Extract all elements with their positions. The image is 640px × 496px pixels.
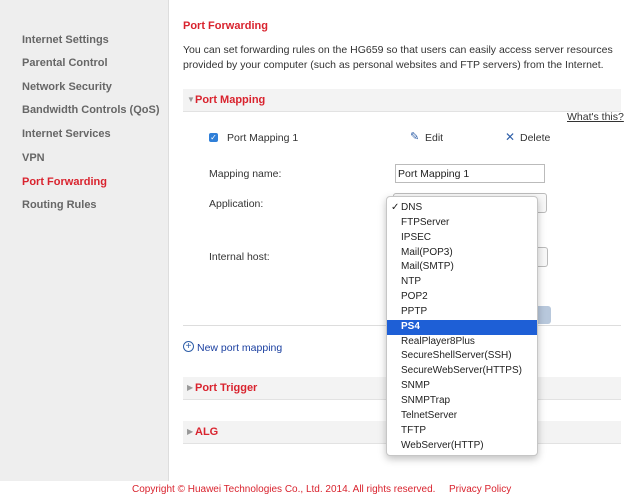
sidebar-item-network-security[interactable]: Network Security <box>22 81 112 93</box>
dropdown-option-pptp[interactable]: PPTP <box>387 305 537 320</box>
triangle-right-icon: ▶ <box>187 427 194 436</box>
dropdown-option-ipsec[interactable]: IPSEC <box>387 231 537 246</box>
sidebar-item-internet-settings[interactable]: Internet Settings <box>22 34 109 46</box>
port-trigger-section-label: Port Trigger <box>195 382 258 394</box>
dropdown-option-ftpserver[interactable]: FTPServer <box>387 216 537 231</box>
sidebar-item-port-forwarding[interactable]: Port Forwarding <box>22 176 107 188</box>
sidebar: Internet Settings Parental Control Netwo… <box>0 0 168 481</box>
checkmark-icon: ✓ <box>210 133 217 142</box>
dropdown-option-securewebserver-https[interactable]: SecureWebServer(HTTPS) <box>387 364 537 379</box>
page-title: Port Forwarding <box>183 20 268 32</box>
new-port-mapping-link[interactable]: New port mapping <box>197 342 282 354</box>
internal-host-label: Internal host: <box>209 251 270 263</box>
close-icon[interactable]: ✕ <box>505 130 515 144</box>
dropdown-option-mail-pop3[interactable]: Mail(POP3) <box>387 246 537 261</box>
dropdown-option-snmptrap[interactable]: SNMPTrap <box>387 394 537 409</box>
alg-section-label: ALG <box>195 426 219 438</box>
port-mapping-section-label: Port Mapping <box>195 94 266 106</box>
whats-this-link[interactable]: What's this? <box>567 111 624 123</box>
mapping-name-input[interactable] <box>395 164 545 183</box>
copyright-text: Copyright © Huawei Technologies Co., Ltd… <box>132 484 436 495</box>
checkmark-icon: ✓ <box>391 202 400 213</box>
pencil-icon[interactable]: ✎ <box>410 130 419 143</box>
port-mapping-checkbox[interactable]: ✓ <box>209 133 218 142</box>
dropdown-option-secureshellserver-ssh[interactable]: SecureShellServer(SSH) <box>387 349 537 364</box>
triangle-down-icon: ▼ <box>187 95 195 104</box>
page-description: You can set forwarding rules on the HG65… <box>183 44 613 71</box>
delete-button[interactable]: Delete <box>520 132 550 144</box>
edit-button[interactable]: Edit <box>425 132 443 144</box>
dropdown-option-mail-smtp[interactable]: Mail(SMTP) <box>387 260 537 275</box>
dropdown-option-telnetserver[interactable]: TelnetServer <box>387 409 537 424</box>
sidebar-item-vpn[interactable]: VPN <box>22 152 45 164</box>
sidebar-item-parental-control[interactable]: Parental Control <box>22 57 108 69</box>
port-mapping-section-header[interactable]: ▼ Port Mapping <box>183 89 621 112</box>
apply-button[interactable] <box>537 306 551 324</box>
privacy-policy-link[interactable]: Privacy Policy <box>449 484 511 495</box>
application-dropdown-menu[interactable]: ✓ DNS FTPServer IPSEC Mail(POP3) Mail(SMT… <box>386 196 538 456</box>
port-mapping-entry-label: Port Mapping 1 <box>227 132 299 144</box>
dropdown-option-ntp[interactable]: NTP <box>387 275 537 290</box>
sidebar-item-internet-services[interactable]: Internet Services <box>22 128 111 140</box>
plus-circle-icon[interactable]: + <box>183 341 194 352</box>
dropdown-option-tftp[interactable]: TFTP <box>387 424 537 439</box>
dropdown-option-pop2[interactable]: POP2 <box>387 290 537 305</box>
dropdown-option-ps4[interactable]: PS4 <box>387 319 537 335</box>
dropdown-option-dns[interactable]: ✓ DNS <box>387 201 537 216</box>
dropdown-option-realplayer8plus[interactable]: RealPlayer8Plus <box>387 335 537 350</box>
dropdown-option-webserver-http[interactable]: WebServer(HTTP) <box>387 439 537 454</box>
sidebar-item-bandwidth-controls[interactable]: Bandwidth Controls (QoS) <box>22 104 159 116</box>
triangle-right-icon: ▶ <box>187 383 194 392</box>
application-label: Application: <box>209 198 264 210</box>
dropdown-option-snmp[interactable]: SNMP <box>387 379 537 394</box>
mapping-name-label: Mapping name: <box>209 168 282 180</box>
sidebar-item-routing-rules[interactable]: Routing Rules <box>22 199 97 211</box>
